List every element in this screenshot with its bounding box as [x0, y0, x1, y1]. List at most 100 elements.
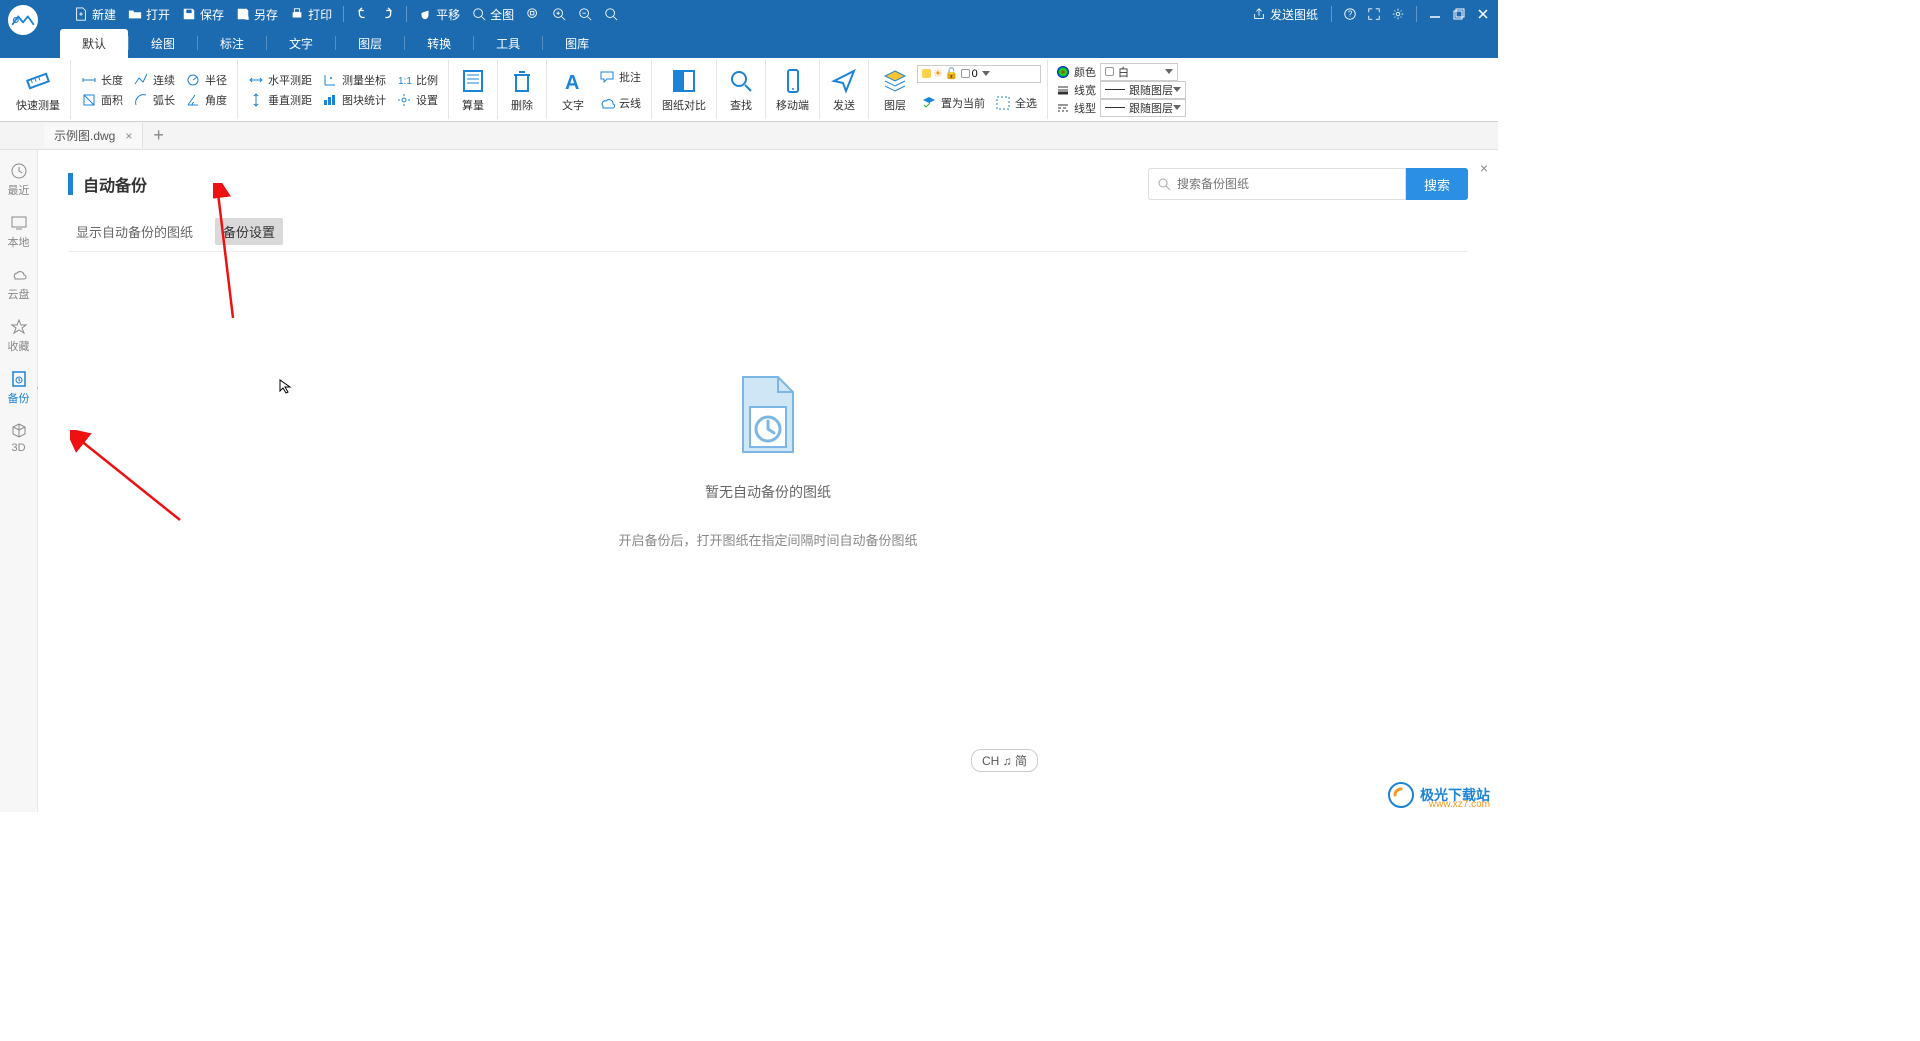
zoom-window-button[interactable] [522, 5, 544, 23]
menu-convert[interactable]: 转换 [405, 29, 473, 58]
file-tab-bar: 示例图.dwg × + [0, 122, 1498, 150]
delete-button[interactable]: 删除 [502, 65, 542, 115]
cube-icon [10, 422, 28, 440]
zoom-in-button[interactable] [548, 5, 570, 23]
radius-button[interactable]: 半径 [181, 71, 231, 89]
fullscreen-button[interactable] [1365, 5, 1383, 23]
minimize-button[interactable] [1426, 5, 1444, 23]
sidebar-item-local[interactable]: 本地 [0, 212, 37, 252]
area-button[interactable]: 面积 [77, 91, 127, 109]
mobile-button[interactable]: 移动端 [770, 65, 815, 115]
scale-icon: 1:1 [396, 72, 412, 88]
menu-library[interactable]: 图库 [543, 29, 611, 58]
search-box[interactable] [1148, 168, 1406, 200]
color-label: 颜色 [1074, 64, 1096, 80]
layer-selector[interactable]: ☀ 🔓 0 [917, 65, 1041, 83]
zoom-realtime-button[interactable] [600, 5, 622, 23]
angle-button[interactable]: 角度 [181, 91, 231, 109]
menu-layer[interactable]: 图层 [336, 29, 404, 58]
sidebar-item-backup[interactable]: 备份 [0, 368, 37, 408]
settings-button[interactable] [1389, 5, 1407, 23]
open-button[interactable]: 打开 [124, 4, 174, 25]
menu-annotate[interactable]: 标注 [198, 29, 266, 58]
vdist-icon [248, 92, 264, 108]
find-button[interactable]: 查找 [721, 65, 761, 115]
close-button[interactable] [1474, 5, 1492, 23]
zoom-out-button[interactable] [574, 5, 596, 23]
sidebar-item-recent[interactable]: 最近 [0, 160, 37, 200]
new-tab-button[interactable]: + [143, 125, 174, 146]
block-stats-button[interactable]: 图块统计 [318, 91, 390, 109]
linetype-selector[interactable]: 跟随图层 [1100, 99, 1186, 117]
calc-icon [459, 67, 487, 95]
coord-button[interactable]: 测量坐标 [318, 71, 390, 89]
undo-button[interactable] [351, 5, 373, 23]
page-title: 自动备份 [83, 172, 147, 196]
current-layer-icon [921, 95, 937, 111]
print-button[interactable]: 打印 [286, 4, 336, 25]
undo-icon [355, 7, 369, 21]
star-icon [10, 318, 28, 336]
watermark: 极光下载站 www.xz7.com [1388, 782, 1490, 808]
help-button[interactable]: ? [1341, 5, 1359, 23]
send-drawing-button[interactable]: 发送图纸 [1248, 4, 1322, 25]
quick-measure-button[interactable]: 快速测量 [10, 65, 66, 115]
empty-title: 暂无自动备份的图纸 [68, 482, 1468, 502]
continuous-button[interactable]: 连续 [129, 71, 179, 89]
ime-indicator[interactable]: CH ♫ 简 [971, 749, 1038, 772]
tab-backup-settings[interactable]: 备份设置 [215, 218, 283, 245]
pizhu-button[interactable]: 批注 [595, 65, 645, 89]
lineweight-selector[interactable]: 跟随图层 [1100, 81, 1186, 99]
search-button[interactable]: 搜索 [1406, 168, 1468, 200]
empty-state: 暂无自动备份的图纸 开启备份后，打开图纸在指定间隔时间自动备份图纸 [68, 372, 1468, 549]
send-button[interactable]: 发送 [824, 65, 864, 115]
panel-close-button[interactable]: × [1480, 160, 1488, 176]
maximize-button[interactable] [1450, 5, 1468, 23]
pan-button[interactable]: 平移 [414, 4, 464, 25]
sidebar-item-favorites[interactable]: 收藏 [0, 316, 37, 356]
tab-show-backup[interactable]: 显示自动备份的图纸 [68, 218, 201, 245]
arc-length-button[interactable]: 弧长 [129, 91, 179, 109]
search-input[interactable] [1177, 177, 1397, 191]
saveas-button[interactable]: 另存 [232, 4, 282, 25]
measure-settings-button[interactable]: 设置 [392, 91, 442, 109]
sidebar-item-cloud[interactable]: 云盘 [0, 264, 37, 304]
content-area: × 自动备份 搜索 显示自动备份的图纸 备份设置 [38, 150, 1498, 812]
maximize-icon [1453, 8, 1465, 20]
menu-default[interactable]: 默认 [60, 29, 128, 58]
scale-button[interactable]: 1:1比例 [392, 71, 442, 89]
menu-draw[interactable]: 绘图 [129, 29, 197, 58]
palette-icon [1056, 65, 1070, 79]
ribbon: 快速测量 长度 连续 半径 面积 弧长 角度 水平测距 测量坐标 1:1比例 垂… [0, 58, 1498, 122]
color-selector[interactable]: 白 [1100, 63, 1178, 81]
layer-button[interactable]: 图层 [875, 65, 915, 115]
search-icon [1157, 177, 1171, 191]
sidebar-item-3d[interactable]: 3D [0, 420, 37, 456]
set-current-layer-button[interactable]: 置为当前 [917, 91, 989, 115]
calc-button[interactable]: 算量 [453, 65, 493, 115]
compare-button[interactable]: 图纸对比 [656, 65, 712, 115]
save-button[interactable]: 保存 [178, 4, 228, 25]
compare-icon [670, 67, 698, 95]
hdist-button[interactable]: 水平测距 [244, 71, 316, 89]
blockstats-icon [322, 92, 338, 108]
text-icon: A [559, 67, 587, 95]
zoom-out-icon [578, 7, 592, 21]
menu-text[interactable]: 文字 [267, 29, 335, 58]
length-button[interactable]: 长度 [77, 71, 127, 89]
text-button[interactable]: A文字 [553, 65, 593, 115]
sun-icon: ☀ [933, 67, 943, 80]
vdist-button[interactable]: 垂直测距 [244, 91, 316, 109]
select-all-button[interactable]: 全选 [991, 91, 1041, 115]
cloud-button[interactable]: 云线 [595, 91, 645, 115]
file-tab[interactable]: 示例图.dwg × [44, 123, 143, 148]
zoom-extents-button[interactable]: 全图 [468, 4, 518, 25]
arc-icon [133, 92, 149, 108]
new-button[interactable]: 新建 [70, 4, 120, 25]
radius-icon [185, 72, 201, 88]
search-icon [727, 67, 755, 95]
close-tab-button[interactable]: × [125, 129, 132, 143]
svg-text:1:1: 1:1 [398, 76, 412, 87]
menu-tools[interactable]: 工具 [474, 29, 542, 58]
redo-button[interactable] [377, 5, 399, 23]
